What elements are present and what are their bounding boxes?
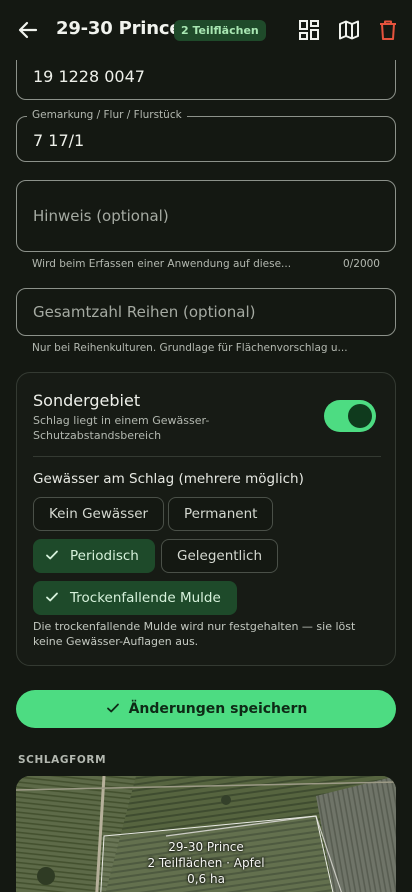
chip-label: Kein Gewässer bbox=[49, 506, 149, 522]
map-field-area: 0,6 ha bbox=[187, 872, 225, 886]
check-icon bbox=[106, 703, 119, 713]
chip-permanent[interactable]: Permanent bbox=[168, 497, 274, 531]
page-title: 29-30 Prince bbox=[56, 18, 182, 39]
save-button[interactable]: Änderungen speichern bbox=[16, 690, 396, 728]
section-schlagform: SCHLAGFORM bbox=[18, 754, 107, 766]
reihen-placeholder: Gesamtzahl Reihen (optional) bbox=[33, 303, 256, 321]
gemarkung-field[interactable]: Gemarkung / Flur / Flurstück 7 17/1 bbox=[16, 109, 396, 162]
sondergebiet-toggle[interactable] bbox=[324, 400, 376, 432]
hinweis-helper: Wird beim Erfassen einer Anwendung auf d… bbox=[32, 258, 292, 270]
map-field-detail: 2 Teilflächen · Apfel bbox=[147, 856, 265, 870]
gemarkung-value: 7 17/1 bbox=[33, 131, 85, 150]
teilflaechen-badge: 2 Teilflächen bbox=[174, 20, 266, 41]
chip-trockenfallende-mulde[interactable]: Trockenfallende Mulde bbox=[33, 581, 237, 615]
check-icon bbox=[46, 550, 58, 560]
mulde-note: Die trockenfallende Mulde wird nur festg… bbox=[33, 620, 356, 648]
chip-label: Periodisch bbox=[70, 548, 139, 564]
trash-icon[interactable] bbox=[376, 18, 400, 42]
gewaesser-title: Gewässer am Schlag (mehrere möglich) bbox=[33, 471, 304, 487]
chip-kein-gewaesser[interactable]: Kein Gewässer bbox=[33, 497, 165, 531]
schlagform-map[interactable]: 29-30 Prince 2 Teilflächen · Apfel 0,6 h… bbox=[16, 776, 396, 892]
hinweis-placeholder: Hinweis (optional) bbox=[33, 207, 169, 225]
chip-label: Trockenfallende Mulde bbox=[70, 590, 221, 606]
reihen-helper: Nur bei Reihenkulturen. Grundlage für Fl… bbox=[32, 342, 348, 354]
sondergebiet-title: Sondergebiet bbox=[33, 391, 141, 410]
arrow-back-icon[interactable] bbox=[16, 18, 40, 42]
check-icon bbox=[46, 592, 58, 602]
chip-label: Gelegentlich bbox=[177, 548, 263, 564]
dashboard-icon[interactable] bbox=[297, 18, 321, 42]
app-bar: 29-30 Prince 2 Teilflächen bbox=[0, 0, 412, 60]
sondergebiet-subtitle: Schlag liegt in einem Gewässer-Schutzabs… bbox=[33, 414, 210, 442]
chip-label: Permanent bbox=[184, 506, 258, 522]
hinweis-field[interactable]: Hinweis (optional) bbox=[16, 180, 396, 252]
reihen-field[interactable]: Gesamtzahl Reihen (optional) bbox=[16, 288, 396, 336]
hinweis-counter: 0/2000 bbox=[343, 258, 380, 270]
save-label: Änderungen speichern bbox=[128, 701, 308, 717]
map-icon[interactable] bbox=[337, 18, 361, 42]
toggle-knob bbox=[348, 404, 372, 428]
flik-value: 19 1228 0047 bbox=[33, 67, 145, 86]
divider bbox=[33, 456, 381, 457]
chip-gelegentlich[interactable]: Gelegentlich bbox=[161, 539, 279, 573]
chip-periodisch[interactable]: Periodisch bbox=[33, 539, 155, 573]
gemarkung-label: Gemarkung / Flur / Flurstück bbox=[27, 109, 187, 121]
map-field-name: 29-30 Prince bbox=[168, 840, 244, 854]
sondergebiet-card: Sondergebiet Schlag liegt in einem Gewäs… bbox=[16, 372, 396, 666]
